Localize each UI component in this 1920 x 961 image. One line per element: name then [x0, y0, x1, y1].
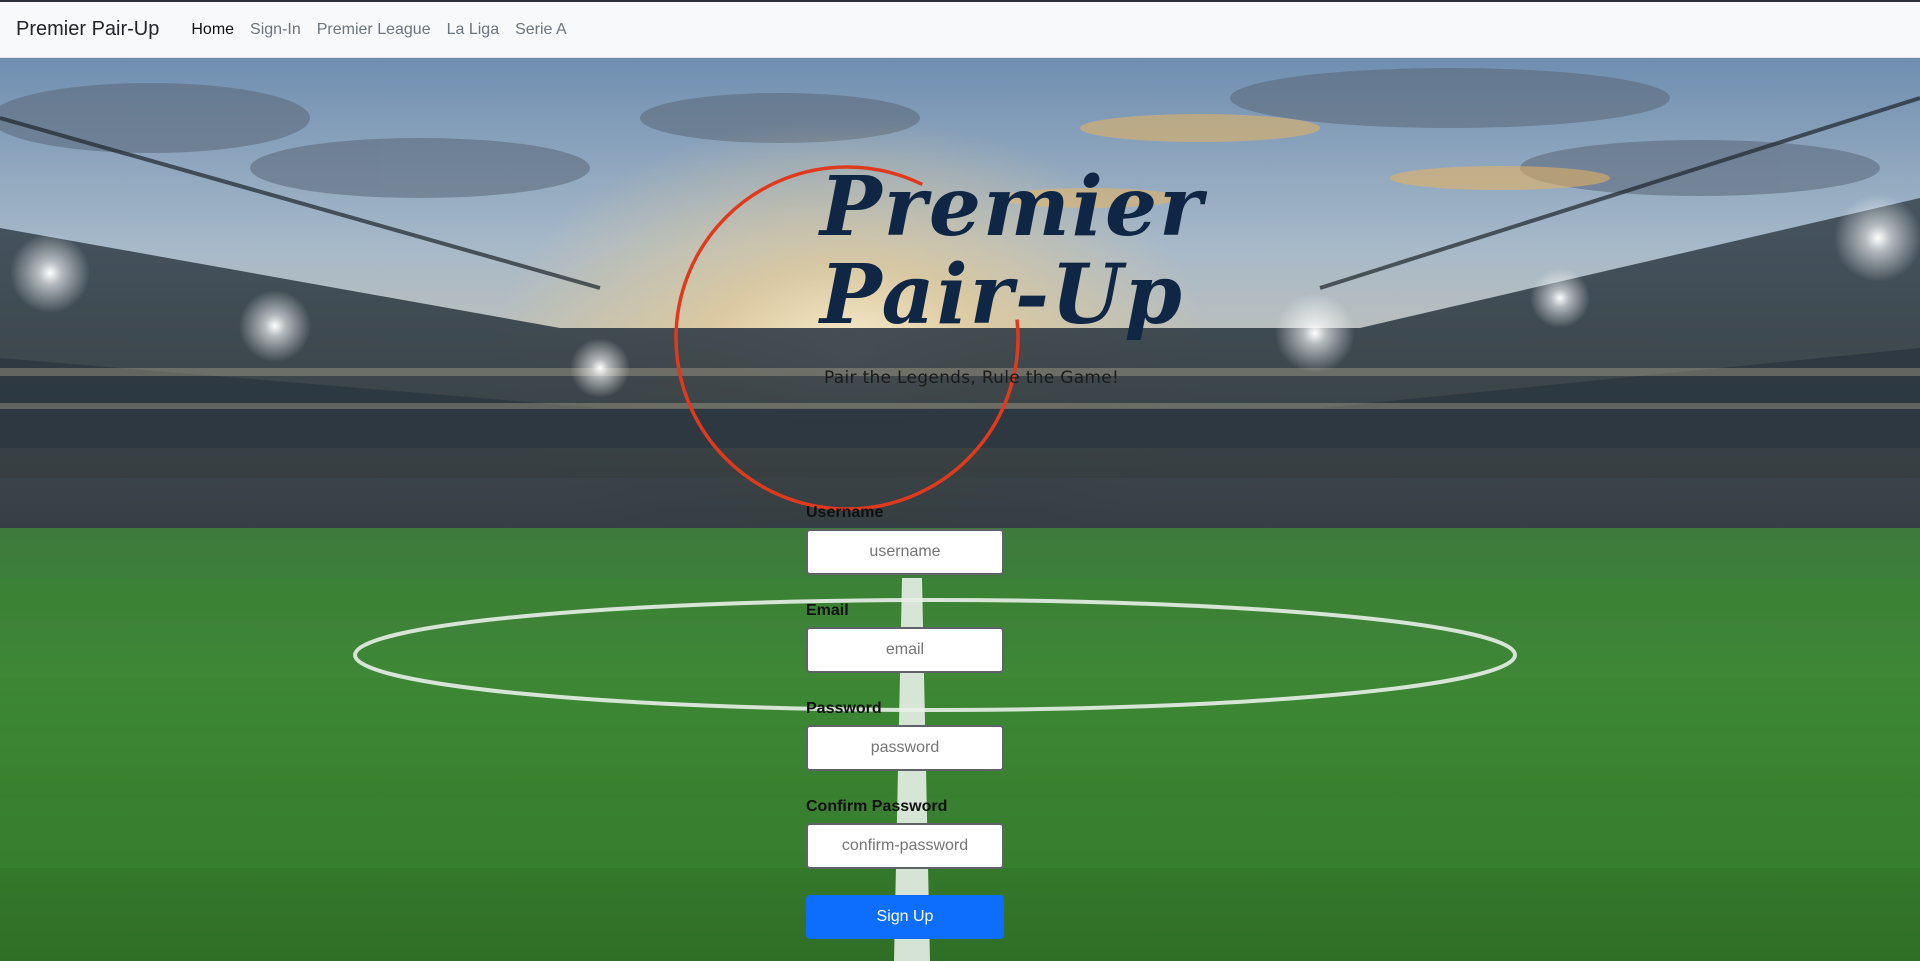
username-input[interactable] [806, 529, 1004, 575]
logo-title: Premier Pair-Up [820, 163, 1204, 339]
nav-links: Home Sign-In Premier League La Liga Seri… [183, 21, 574, 39]
nav-link-sign-in[interactable]: Sign-In [242, 21, 309, 39]
email-input[interactable] [806, 627, 1004, 673]
signup-form: Username Email Password Confirm Password… [806, 503, 1006, 939]
logo-title-line-2: Pair-Up [820, 247, 1184, 343]
nav-link-serie-a[interactable]: Serie A [507, 21, 575, 39]
username-label: Username [806, 504, 884, 521]
nav-link-la-liga[interactable]: La Liga [439, 21, 508, 39]
nav-link-premier-league[interactable]: Premier League [309, 21, 439, 39]
confirm-password-input[interactable] [806, 823, 1004, 869]
nav-link-home[interactable]: Home [183, 21, 242, 39]
sign-up-button[interactable]: Sign Up [806, 895, 1004, 939]
password-input[interactable] [806, 725, 1004, 771]
navbar: Premier Pair-Up Home Sign-In Premier Lea… [0, 2, 1920, 58]
confirm-password-label: Confirm Password [806, 798, 948, 815]
logo-tagline: Pair the Legends, Rule the Game! [824, 368, 1120, 388]
email-label: Email [806, 602, 849, 619]
navbar-brand[interactable]: Premier Pair-Up [16, 18, 159, 41]
password-label: Password [806, 700, 882, 717]
logo-title-line-1: Premier [820, 159, 1205, 255]
page: Premier Pair-Up Home Sign-In Premier Lea… [0, 0, 1920, 961]
